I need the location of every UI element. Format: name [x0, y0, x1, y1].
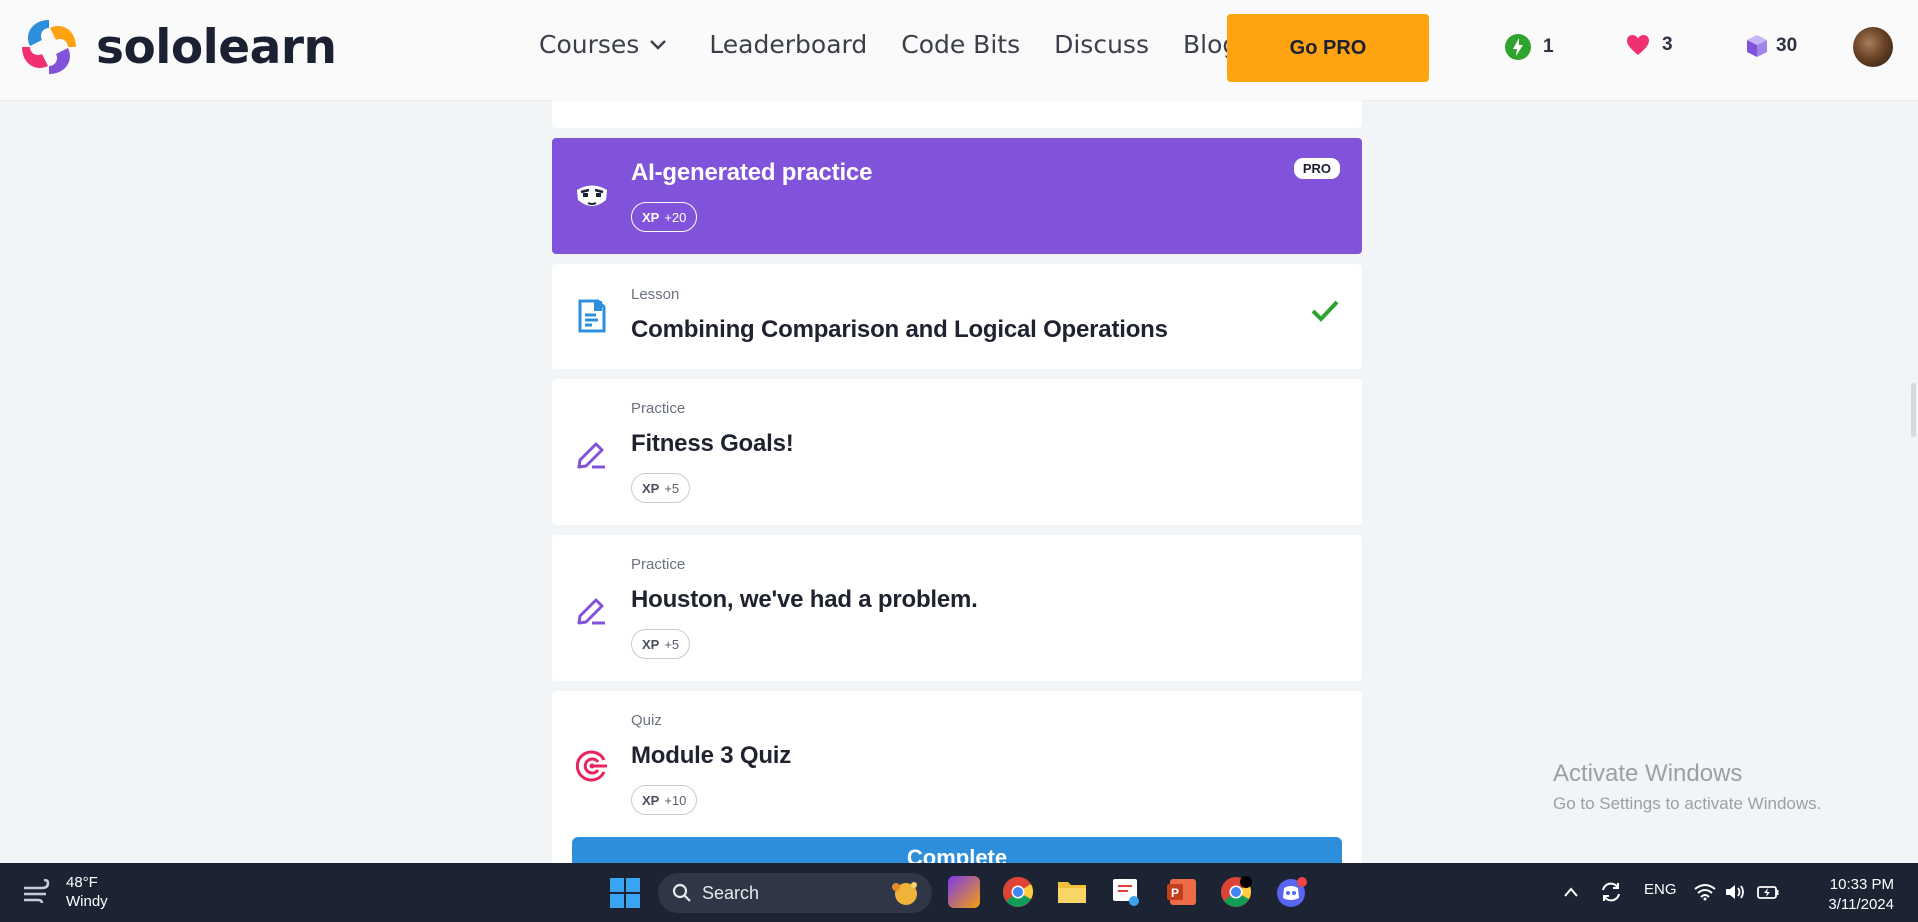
xp-value: +10: [664, 792, 687, 808]
previous-card-partial[interactable]: [552, 100, 1362, 128]
search-icon: [672, 883, 691, 902]
powerpoint-icon[interactable]: P: [1166, 876, 1198, 908]
heart-icon: [1627, 35, 1649, 55]
copilot-icon[interactable]: [948, 876, 980, 908]
streak-stat[interactable]: 1: [1505, 34, 1554, 60]
xp-label: XP: [642, 792, 660, 808]
gems-stat[interactable]: 30: [1746, 34, 1797, 58]
chrome-icon[interactable]: [1002, 876, 1034, 908]
practice-xp-badge: XP +5: [631, 473, 691, 503]
activate-windows-watermark: Activate Windows Go to Settings to activ…: [1553, 760, 1821, 814]
practice-title-fitness: Fitness Goals!: [631, 430, 794, 457]
nav-discuss[interactable]: Discuss: [1054, 30, 1149, 59]
nav-courses-label: Courses: [539, 30, 640, 59]
weather-temperature: 48°F: [66, 874, 98, 891]
ai-xp-badge: XP +20: [631, 202, 698, 232]
activate-windows-title: Activate Windows: [1553, 760, 1743, 787]
chevron-down-icon: [650, 39, 667, 50]
xp-label: XP: [642, 209, 660, 225]
checkmark-icon: [1311, 300, 1339, 322]
chrome-profile-icon[interactable]: [1220, 876, 1252, 908]
taskbar-clock[interactable]: 10:33 PM 3/11/2024: [1794, 875, 1894, 915]
pencil-edit-icon: [577, 598, 605, 625]
discord-icon[interactable]: [1276, 876, 1308, 908]
battery-icon[interactable]: [1756, 883, 1780, 901]
complete-button[interactable]: Complete: [572, 837, 1342, 863]
file-explorer-icon[interactable]: [1056, 876, 1088, 908]
brand-name: sololearn: [96, 19, 337, 75]
xp-value: +5: [664, 480, 680, 496]
user-avatar[interactable]: [1853, 27, 1893, 67]
clock-date: 3/11/2024: [1828, 896, 1894, 913]
windows-taskbar: 48°F Windy Search P ENG 10:33 PM 3/11/20…: [0, 863, 1918, 922]
search-highlight-icon: [892, 882, 917, 905]
practice-title-houston: Houston, we've had a problem.: [631, 586, 978, 613]
lightning-icon: [1505, 34, 1531, 60]
quiz-type-label: Quiz: [631, 712, 662, 729]
chevron-up-icon[interactable]: [1563, 885, 1579, 899]
activate-windows-subtitle: Go to Settings to activate Windows.: [1553, 794, 1822, 813]
practice-type-label: Practice: [631, 400, 686, 417]
svg-text:P: P: [1171, 886, 1179, 900]
practice-card-houston[interactable]: Practice Houston, we've had a problem. X…: [552, 535, 1362, 681]
ai-practice-title: AI-generated practice: [631, 159, 873, 186]
volume-icon[interactable]: [1724, 883, 1746, 901]
go-pro-button[interactable]: Go PRO: [1227, 14, 1429, 82]
hearts-count: 3: [1662, 34, 1673, 55]
wind-icon: [24, 879, 50, 904]
ai-face-icon: [577, 185, 607, 206]
xp-label: XP: [642, 636, 660, 652]
target-icon: [575, 750, 607, 782]
xp-label: XP: [642, 480, 660, 496]
clock-time: 10:33 PM: [1829, 876, 1894, 893]
practice-card-fitness[interactable]: Practice Fitness Goals! XP +5: [552, 379, 1362, 525]
gems-count: 30: [1776, 35, 1798, 56]
lesson-title: Combining Comparison and Logical Operati…: [631, 316, 1168, 343]
lesson-card[interactable]: Lesson Combining Comparison and Logical …: [552, 264, 1362, 369]
quiz-xp-badge: XP +10: [631, 785, 698, 815]
streak-count: 1: [1543, 36, 1554, 57]
quiz-title: Module 3 Quiz: [631, 742, 792, 769]
scrollbar-thumb[interactable]: [1911, 383, 1916, 437]
wifi-icon[interactable]: [1694, 883, 1716, 901]
search-label: Search: [702, 882, 760, 903]
hearts-stat[interactable]: 3: [1626, 34, 1673, 56]
main-nav: Courses Leaderboard Code Bits Discuss Bl…: [539, 30, 1272, 59]
nav-leaderboard[interactable]: Leaderboard: [709, 30, 867, 59]
lesson-type-label: Lesson: [631, 286, 680, 303]
top-header: sololearn Courses Leaderboard Code Bits …: [0, 0, 1918, 100]
sololearn-logo[interactable]: sololearn: [18, 16, 337, 78]
lesson-document-icon: [578, 299, 606, 333]
weather-condition: Windy: [66, 893, 108, 910]
sync-icon[interactable]: [1600, 881, 1622, 903]
nav-code-bits[interactable]: Code Bits: [901, 30, 1020, 59]
nav-courses[interactable]: Courses: [539, 30, 667, 59]
language-indicator[interactable]: ENG: [1644, 881, 1677, 898]
xp-value: +5: [664, 636, 680, 652]
weather-widget[interactable]: 48°F Windy: [22, 873, 108, 911]
gem-cube-icon: [1747, 35, 1767, 57]
pro-badge: PRO: [1293, 158, 1340, 179]
taskbar-search[interactable]: Search: [658, 873, 932, 913]
ai-practice-card[interactable]: AI-generated practice XP +20 PRO: [552, 138, 1362, 254]
pencil-edit-icon: [577, 442, 605, 469]
practice-xp-badge: XP +5: [631, 629, 691, 659]
windows-start-icon[interactable]: [610, 878, 640, 908]
complete-button-label: Complete: [906, 845, 1008, 863]
sololearn-logo-icon: [22, 20, 76, 74]
xp-value: +20: [664, 209, 687, 225]
snipping-tool-icon[interactable]: [1110, 876, 1142, 908]
practice-type-label: Practice: [631, 556, 686, 573]
